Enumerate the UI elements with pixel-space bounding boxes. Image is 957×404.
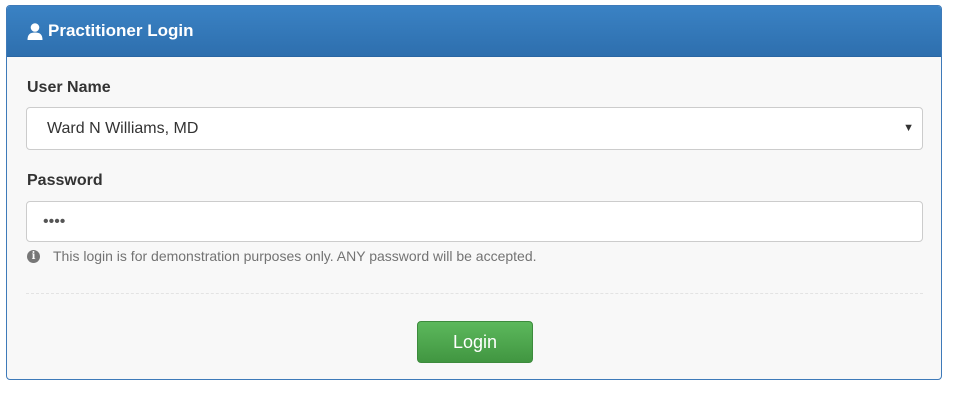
info-icon: i	[27, 249, 40, 263]
chevron-down-icon: ▼	[903, 122, 914, 134]
login-button[interactable]: Login	[417, 321, 533, 363]
login-panel: Practitioner Login User Name Ward N Will…	[6, 5, 942, 380]
demo-hint: i This login is for demonstration purpos…	[27, 248, 537, 264]
user-name-selected-value: Ward N Williams, MD	[47, 119, 199, 137]
user-icon	[26, 22, 44, 40]
user-name-label: User Name	[27, 79, 111, 96]
password-label: Password	[27, 172, 103, 189]
user-name-select[interactable]: Ward N Williams, MD ▼	[26, 107, 923, 150]
panel-header: Practitioner Login	[7, 6, 941, 57]
password-field[interactable]	[26, 201, 923, 242]
panel-title: Practitioner Login	[48, 21, 194, 40]
divider	[26, 293, 923, 294]
hint-text: This login is for demonstration purposes…	[53, 248, 537, 264]
